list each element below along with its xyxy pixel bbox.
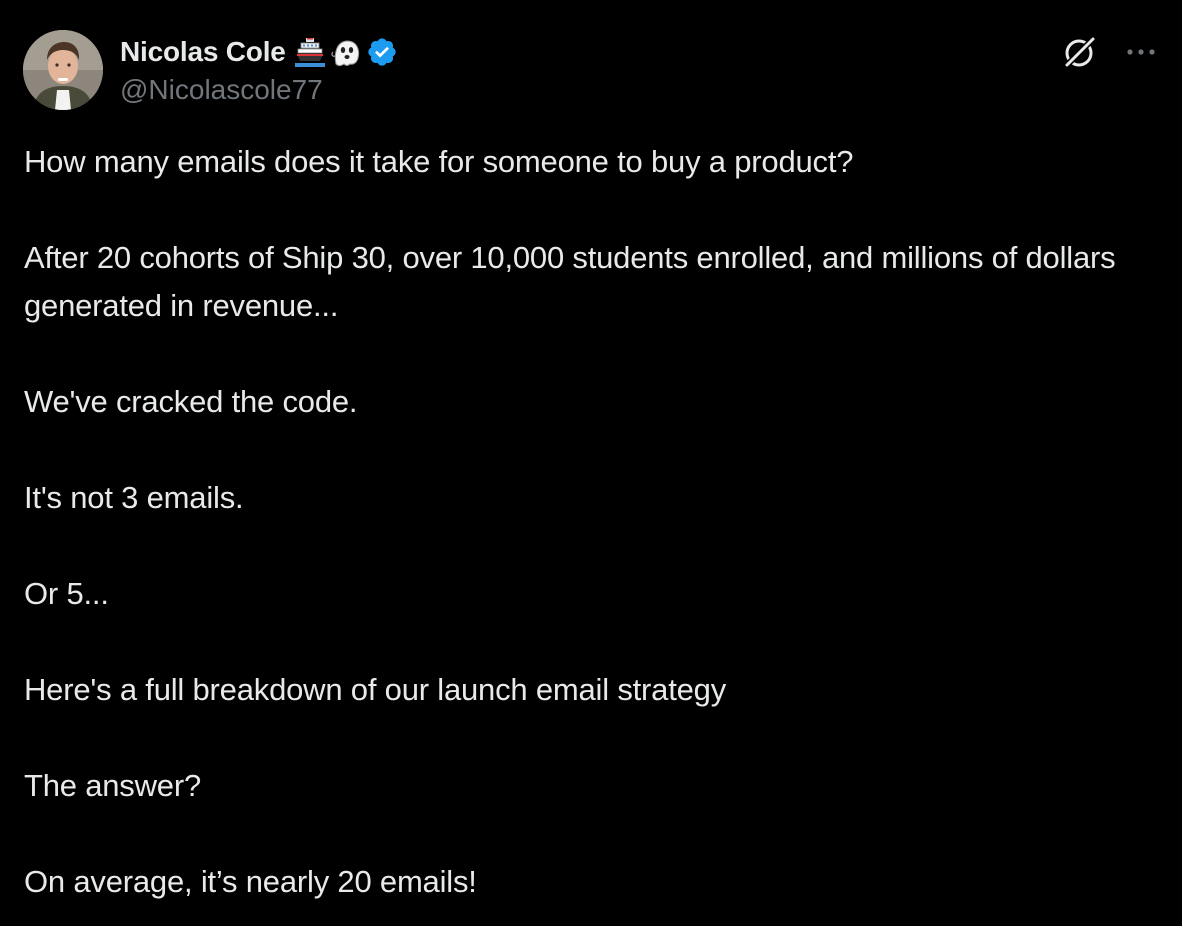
tweet-paragraph: We've cracked the code.	[24, 384, 358, 419]
tweet-text: How many emails does it take for someone…	[24, 138, 1158, 926]
tweet-paragraph: Or 5...	[24, 576, 109, 611]
tweet-paragraph: On average, it’s nearly 20 emails!	[24, 864, 477, 899]
tweet: Nicolas Cole @Nicolascole77 How many ema…	[0, 0, 1182, 926]
tweet-paragraph: It's not 3 emails.	[24, 480, 244, 515]
tweet-actions	[1062, 34, 1158, 70]
ghost-icon	[330, 35, 362, 69]
tweet-header: Nicolas Cole @Nicolascole77	[23, 30, 1158, 110]
author-block: Nicolas Cole @Nicolascole77	[120, 32, 399, 108]
verified-badge-icon[interactable]	[366, 36, 399, 69]
more-options-icon[interactable]	[1124, 35, 1158, 69]
avatar[interactable]	[23, 30, 103, 110]
grok-icon[interactable]	[1062, 34, 1098, 70]
tweet-paragraph: The answer?	[24, 768, 202, 803]
avatar-image	[23, 30, 103, 110]
tweet-paragraph: How many emails does it take for someone…	[24, 144, 854, 179]
ship-icon	[294, 35, 326, 69]
author-handle[interactable]: @Nicolascole77	[120, 72, 399, 108]
tweet-paragraph: Here's a full breakdown of our launch em…	[24, 672, 726, 707]
name-row: Nicolas Cole	[120, 32, 399, 72]
tweet-paragraph: After 20 cohorts of Ship 30, over 10,000…	[24, 240, 1116, 323]
author-display-name[interactable]: Nicolas Cole	[120, 36, 286, 68]
